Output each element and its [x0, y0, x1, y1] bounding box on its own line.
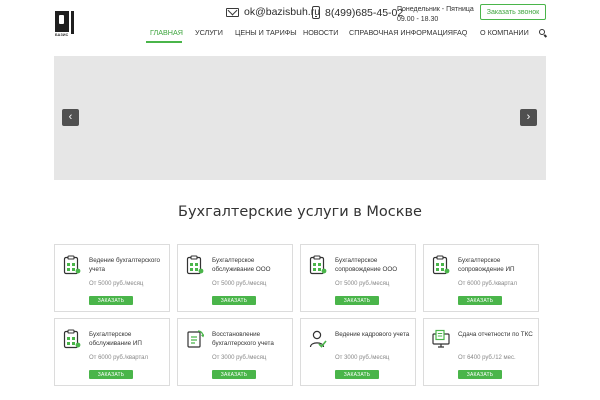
nav-item-home[interactable]: ГЛАВНАЯ	[150, 28, 183, 37]
phone-contact[interactable]: 8(499)685-45-02	[312, 6, 403, 19]
email-contact[interactable]: ok@bazisbuh.ru	[226, 6, 320, 18]
clipboard-chart-icon	[309, 255, 327, 275]
service-title[interactable]: Бухгалтерское обслуживание ИП	[89, 330, 169, 348]
order-button[interactable]: ЗАКАЗАТЬ	[212, 370, 256, 379]
service-title[interactable]: Сдача отчетности по ТКС	[458, 330, 538, 339]
service-card[interactable]: Бухгалтерское обслуживание ООО От 5000 ру…	[177, 244, 293, 312]
service-title[interactable]: Бухгалтерское сопровождение ИП	[458, 256, 538, 274]
email-address[interactable]: ok@bazisbuh.ru	[244, 6, 320, 18]
order-button[interactable]: ЗАКАЗАТЬ	[458, 370, 502, 379]
service-price: От 5000 руб./месяц	[212, 281, 267, 287]
working-time: 09.00 - 18.30	[397, 16, 439, 23]
phone-icon	[312, 6, 320, 19]
service-card[interactable]: Восстановление бухгалтерского учета От 30…	[177, 318, 293, 386]
slider-next-button[interactable]: ›	[520, 109, 537, 126]
nav-item-faq[interactable]: FAQ	[453, 28, 467, 37]
order-button[interactable]: ЗАКАЗАТЬ	[212, 296, 256, 305]
clipboard-chart-icon	[63, 255, 81, 275]
main-nav: ГЛАВНАЯ УСЛУГИ ЦЕНЫ И ТАРИФЫ НОВОСТИ СПР…	[0, 28, 600, 43]
services-heading: Бухгалтерские услуги в Москве	[178, 204, 422, 220]
nav-active-underline	[146, 41, 182, 43]
envelope-icon	[226, 7, 239, 17]
service-price: От 6000 руб./квартал	[89, 355, 149, 361]
computer-report-icon	[432, 329, 450, 349]
working-days: Понедельник - Пятница	[397, 6, 474, 13]
service-card[interactable]: Сдача отчетности по ТКС От 6400 руб./12 м…	[423, 318, 539, 386]
service-title[interactable]: Бухгалтерское обслуживание ООО	[212, 256, 292, 274]
nav-item-news[interactable]: НОВОСТИ	[303, 28, 338, 37]
clipboard-chart-icon	[432, 255, 450, 275]
order-button[interactable]: ЗАКАЗАТЬ	[89, 370, 133, 379]
service-card[interactable]: Бухгалтерское сопровождение ООО От 5000 р…	[300, 244, 416, 312]
order-button[interactable]: ЗАКАЗАТЬ	[335, 370, 379, 379]
nav-item-services[interactable]: УСЛУГИ	[195, 28, 223, 37]
document-restore-icon	[186, 329, 204, 349]
order-button[interactable]: ЗАКАЗАТЬ	[458, 296, 502, 305]
service-title[interactable]: Бухгалтерское сопровождение ООО	[335, 256, 415, 274]
service-price: От 6000 руб./квартал	[458, 281, 518, 287]
service-card[interactable]: Бухгалтерское сопровождение ИП От 6000 ру…	[423, 244, 539, 312]
nav-item-reference[interactable]: СПРАВОЧНАЯ ИНФОРМАЦИЯ	[349, 28, 453, 37]
service-card[interactable]: Ведение кадрового учета От 3000 руб./меся…	[300, 318, 416, 386]
working-hours: Понедельник - Пятница 09.00 - 18.30	[397, 5, 474, 25]
service-title[interactable]: Ведение бухгалтерского учета	[89, 256, 169, 274]
clipboard-chart-icon	[186, 255, 204, 275]
nav-item-about[interactable]: О КОМПАНИИ	[480, 28, 529, 37]
request-callback-button[interactable]: Заказать звонок	[480, 4, 546, 20]
service-card[interactable]: Бухгалтерское обслуживание ИП От 6000 руб…	[54, 318, 170, 386]
service-price: От 3000 руб./месяц	[335, 355, 390, 361]
hero-slider: ‹ ›	[54, 56, 546, 180]
nav-item-prices[interactable]: ЦЕНЫ И ТАРИФЫ	[235, 28, 297, 37]
slider-prev-button[interactable]: ‹	[62, 109, 79, 126]
phone-number[interactable]: 8(499)685-45-02	[325, 7, 403, 19]
service-title[interactable]: Восстановление бухгалтерского учета	[212, 330, 292, 348]
search-icon[interactable]	[539, 29, 545, 35]
service-price: От 6400 руб./12 мес.	[458, 355, 516, 361]
order-button[interactable]: ЗАКАЗАТЬ	[89, 296, 133, 305]
service-title[interactable]: Ведение кадрового учета	[335, 330, 415, 339]
clipboard-chart-icon	[63, 329, 81, 349]
service-price: От 5000 руб./месяц	[335, 281, 390, 287]
service-price: От 5000 руб./месяц	[89, 281, 144, 287]
user-check-icon	[309, 329, 327, 349]
order-button[interactable]: ЗАКАЗАТЬ	[335, 296, 379, 305]
service-price: От 3000 руб./месяц	[212, 355, 267, 361]
service-card[interactable]: Ведение бухгалтерского учета От 5000 руб.…	[54, 244, 170, 312]
